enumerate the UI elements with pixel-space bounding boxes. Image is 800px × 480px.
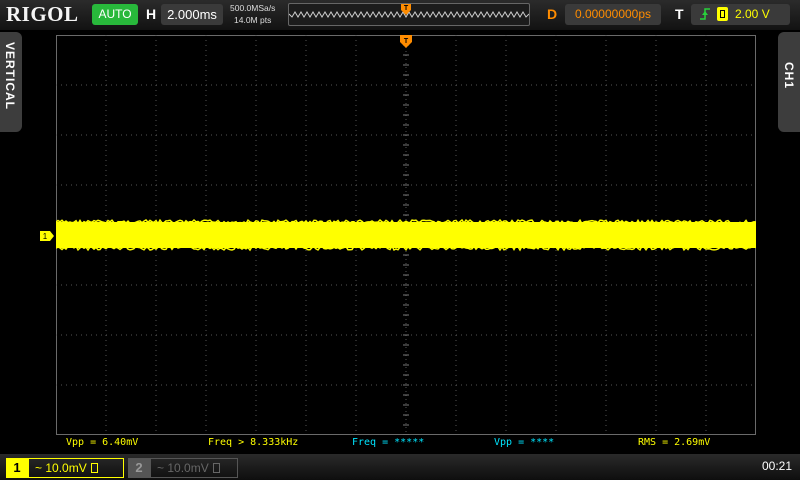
ch1-badge[interactable]: 1 [6, 458, 28, 478]
bottom-channel-bar: 1 ~ 10.0mV 2 ~ 10.0mV 00:21 [0, 454, 800, 480]
waveform-overview-icon: T [288, 4, 530, 18]
ch1-scale-button[interactable]: ~ 10.0mV [28, 458, 124, 478]
ch2-scale: ~ 10.0mV [157, 461, 209, 475]
delay-label: D [547, 6, 558, 22]
svg-text:1: 1 [43, 232, 48, 241]
ch1-scale: ~ 10.0mV [35, 461, 87, 475]
trigger-source-icon [717, 7, 728, 21]
ch1-waveform [56, 218, 756, 252]
horizontal-label: H [146, 6, 157, 22]
lock-icon [212, 463, 220, 473]
system-clock: 00:21 [761, 459, 792, 473]
measurement-vpp-ch2: Vpp = **** [494, 437, 555, 448]
lock-icon [90, 463, 98, 473]
trigger-settings-button[interactable]: 2.00 V [691, 4, 790, 25]
sample-rate: 500.0MSa/s [230, 3, 276, 13]
measurement-rms: RMS = 2.69mV [638, 437, 711, 448]
svg-text:T: T [404, 5, 409, 12]
ch2-badge[interactable]: 2 [128, 458, 150, 478]
brand-logo: RIGOL [6, 2, 79, 26]
run-mode-button[interactable]: AUTO [92, 4, 138, 25]
measurement-vpp: Vpp = 6.40mV [66, 437, 139, 448]
vertical-tab-label: VERTICAL [3, 42, 17, 110]
trigger-position-marker-icon[interactable]: T [400, 35, 412, 49]
top-status-bar: RIGOL AUTO H 2.000ms 500.0MSa/s 14.0M pt… [0, 0, 800, 30]
ch2-scale-button[interactable]: ~ 10.0mV [150, 458, 238, 478]
measurement-freq-ch2: Freq = ***** [352, 437, 425, 448]
memory-depth: 14.0M pts [234, 15, 272, 25]
ch1-tab-label: CH1 [782, 62, 796, 90]
trigger-rising-edge-icon [700, 8, 710, 20]
measurement-freq: Freq > 8.333kHz [208, 437, 299, 448]
ch1-menu-tab[interactable]: CH1 [778, 32, 800, 132]
svg-text:T: T [404, 38, 409, 45]
trigger-level: 2.00 V [735, 7, 770, 21]
waveform-display[interactable] [56, 35, 756, 435]
timebase-button[interactable]: 2.000ms [161, 4, 223, 25]
memory-overview-bar[interactable]: T [288, 3, 530, 26]
vertical-menu-tab[interactable]: VERTICAL [0, 32, 22, 132]
trigger-label: T [675, 6, 684, 22]
ch1-waveform-band [56, 222, 756, 248]
channel-offset-marker-icon[interactable]: 1 [40, 231, 54, 241]
horizontal-delay-button[interactable]: 0.00000000ps [565, 4, 661, 25]
